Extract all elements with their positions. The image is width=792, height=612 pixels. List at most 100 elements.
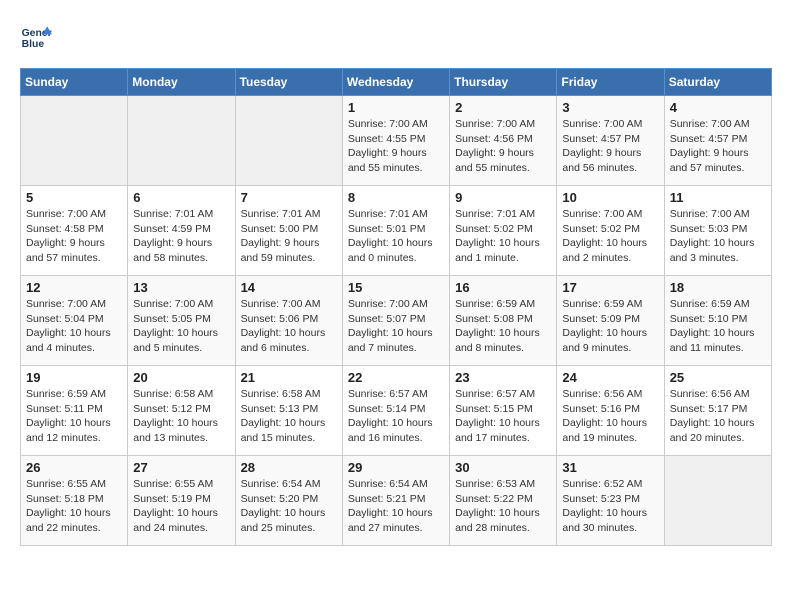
day-number: 15	[348, 280, 444, 295]
day-number: 16	[455, 280, 551, 295]
calendar-cell: 17 Sunrise: 6:59 AMSunset: 5:09 PMDayligh…	[557, 276, 664, 366]
day-number: 3	[562, 100, 658, 115]
day-info: Sunrise: 7:00 AMSunset: 5:04 PMDaylight:…	[26, 297, 122, 356]
day-number: 2	[455, 100, 551, 115]
day-number: 18	[670, 280, 766, 295]
day-number: 19	[26, 370, 122, 385]
calendar-cell: 14 Sunrise: 7:00 AMSunset: 5:06 PMDayligh…	[235, 276, 342, 366]
calendar-cell: 21 Sunrise: 6:58 AMSunset: 5:13 PMDayligh…	[235, 366, 342, 456]
calendar-cell: 8 Sunrise: 7:01 AMSunset: 5:01 PMDaylight…	[342, 186, 449, 276]
logo-icon: General Blue	[20, 20, 52, 52]
day-info: Sunrise: 7:00 AMSunset: 4:57 PMDaylight:…	[562, 117, 658, 176]
day-number: 10	[562, 190, 658, 205]
calendar-cell: 4Sunrise: 7:00 AMSunset: 4:57 PMDaylight…	[664, 96, 771, 186]
day-info: Sunrise: 6:57 AMSunset: 5:15 PMDaylight:…	[455, 387, 551, 446]
day-info: Sunrise: 7:01 AMSunset: 4:59 PMDaylight:…	[133, 207, 229, 266]
calendar-cell: 24 Sunrise: 6:56 AMSunset: 5:16 PMDayligh…	[557, 366, 664, 456]
day-number: 31	[562, 460, 658, 475]
day-info: Sunrise: 7:00 AMSunset: 5:05 PMDaylight:…	[133, 297, 229, 356]
day-info: Sunrise: 6:54 AMSunset: 5:21 PMDaylight:…	[348, 477, 444, 536]
day-number: 4	[670, 100, 766, 115]
day-number: 24	[562, 370, 658, 385]
day-number: 11	[670, 190, 766, 205]
day-number: 6	[133, 190, 229, 205]
calendar-cell: 29 Sunrise: 6:54 AMSunset: 5:21 PMDayligh…	[342, 456, 449, 546]
logo: General Blue	[20, 20, 56, 52]
calendar-cell: 19 Sunrise: 6:59 AMSunset: 5:11 PMDayligh…	[21, 366, 128, 456]
page-header: General Blue	[20, 20, 772, 52]
day-number: 17	[562, 280, 658, 295]
day-number: 13	[133, 280, 229, 295]
day-info: Sunrise: 7:00 AMSunset: 4:55 PMDaylight:…	[348, 117, 444, 176]
calendar-cell: 22 Sunrise: 6:57 AMSunset: 5:14 PMDayligh…	[342, 366, 449, 456]
day-number: 9	[455, 190, 551, 205]
day-info: Sunrise: 7:00 AMSunset: 5:03 PMDaylight:…	[670, 207, 766, 266]
day-info: Sunrise: 7:01 AMSunset: 5:00 PMDaylight:…	[241, 207, 337, 266]
day-info: Sunrise: 7:01 AMSunset: 5:01 PMDaylight:…	[348, 207, 444, 266]
calendar-cell: 26 Sunrise: 6:55 AMSunset: 5:18 PMDayligh…	[21, 456, 128, 546]
calendar-cell: 12 Sunrise: 7:00 AMSunset: 5:04 PMDayligh…	[21, 276, 128, 366]
day-number: 21	[241, 370, 337, 385]
calendar-cell: 5 Sunrise: 7:00 AMSunset: 4:58 PMDaylight…	[21, 186, 128, 276]
calendar-cell: 18 Sunrise: 6:59 AMSunset: 5:10 PMDayligh…	[664, 276, 771, 366]
col-header-sunday: Sunday	[21, 69, 128, 96]
day-number: 29	[348, 460, 444, 475]
day-info: Sunrise: 6:55 AMSunset: 5:18 PMDaylight:…	[26, 477, 122, 536]
week-row-4: 19 Sunrise: 6:59 AMSunset: 5:11 PMDayligh…	[21, 366, 772, 456]
day-number: 20	[133, 370, 229, 385]
week-row-2: 5 Sunrise: 7:00 AMSunset: 4:58 PMDaylight…	[21, 186, 772, 276]
col-header-tuesday: Tuesday	[235, 69, 342, 96]
day-info: Sunrise: 7:00 AMSunset: 5:06 PMDaylight:…	[241, 297, 337, 356]
day-info: Sunrise: 6:56 AMSunset: 5:16 PMDaylight:…	[562, 387, 658, 446]
calendar-cell: 15Sunrise: 7:00 AMSunset: 5:07 PMDayligh…	[342, 276, 449, 366]
day-info: Sunrise: 6:59 AMSunset: 5:10 PMDaylight:…	[670, 297, 766, 356]
calendar-cell: 1 Sunrise: 7:00 AMSunset: 4:55 PMDaylight…	[342, 96, 449, 186]
day-number: 12	[26, 280, 122, 295]
calendar-cell: 9 Sunrise: 7:01 AMSunset: 5:02 PMDaylight…	[450, 186, 557, 276]
day-number: 27	[133, 460, 229, 475]
calendar-cell: 10 Sunrise: 7:00 AMSunset: 5:02 PMDayligh…	[557, 186, 664, 276]
day-number: 26	[26, 460, 122, 475]
calendar-cell: 16 Sunrise: 6:59 AMSunset: 5:08 PMDayligh…	[450, 276, 557, 366]
day-info: Sunrise: 6:57 AMSunset: 5:14 PMDaylight:…	[348, 387, 444, 446]
day-number: 25	[670, 370, 766, 385]
col-header-wednesday: Wednesday	[342, 69, 449, 96]
col-header-friday: Friday	[557, 69, 664, 96]
calendar-header: SundayMondayTuesdayWednesdayThursdayFrid…	[21, 69, 772, 96]
day-info: Sunrise: 6:55 AMSunset: 5:19 PMDaylight:…	[133, 477, 229, 536]
day-info: Sunrise: 6:58 AMSunset: 5:13 PMDaylight:…	[241, 387, 337, 446]
col-header-thursday: Thursday	[450, 69, 557, 96]
week-row-5: 26 Sunrise: 6:55 AMSunset: 5:18 PMDayligh…	[21, 456, 772, 546]
day-info: Sunrise: 7:00 AMSunset: 4:58 PMDaylight:…	[26, 207, 122, 266]
day-number: 8	[348, 190, 444, 205]
week-row-3: 12 Sunrise: 7:00 AMSunset: 5:04 PMDayligh…	[21, 276, 772, 366]
calendar-cell	[664, 456, 771, 546]
calendar-cell: 23Sunrise: 6:57 AMSunset: 5:15 PMDayligh…	[450, 366, 557, 456]
day-info: Sunrise: 7:01 AMSunset: 5:02 PMDaylight:…	[455, 207, 551, 266]
calendar-cell: 7 Sunrise: 7:01 AMSunset: 5:00 PMDaylight…	[235, 186, 342, 276]
calendar-cell: 20 Sunrise: 6:58 AMSunset: 5:12 PMDayligh…	[128, 366, 235, 456]
calendar-cell	[21, 96, 128, 186]
svg-text:Blue: Blue	[22, 39, 45, 50]
calendar-cell: 30 Sunrise: 6:53 AMSunset: 5:22 PMDayligh…	[450, 456, 557, 546]
day-number: 5	[26, 190, 122, 205]
day-info: Sunrise: 6:59 AMSunset: 5:11 PMDaylight:…	[26, 387, 122, 446]
day-info: Sunrise: 6:59 AMSunset: 5:09 PMDaylight:…	[562, 297, 658, 356]
day-number: 14	[241, 280, 337, 295]
calendar-cell: 31Sunrise: 6:52 AMSunset: 5:23 PMDayligh…	[557, 456, 664, 546]
day-number: 30	[455, 460, 551, 475]
day-number: 22	[348, 370, 444, 385]
day-number: 7	[241, 190, 337, 205]
calendar-cell: 3 Sunrise: 7:00 AMSunset: 4:57 PMDaylight…	[557, 96, 664, 186]
week-row-1: 1 Sunrise: 7:00 AMSunset: 4:55 PMDaylight…	[21, 96, 772, 186]
day-info: Sunrise: 7:00 AMSunset: 4:56 PMDaylight:…	[455, 117, 551, 176]
col-header-saturday: Saturday	[664, 69, 771, 96]
calendar-cell: 6 Sunrise: 7:01 AMSunset: 4:59 PMDaylight…	[128, 186, 235, 276]
day-number: 1	[348, 100, 444, 115]
col-header-monday: Monday	[128, 69, 235, 96]
day-info: Sunrise: 7:00 AMSunset: 5:02 PMDaylight:…	[562, 207, 658, 266]
day-info: Sunrise: 6:59 AMSunset: 5:08 PMDaylight:…	[455, 297, 551, 356]
calendar-cell: 2 Sunrise: 7:00 AMSunset: 4:56 PMDaylight…	[450, 96, 557, 186]
day-info: Sunrise: 6:53 AMSunset: 5:22 PMDaylight:…	[455, 477, 551, 536]
day-info: Sunrise: 6:58 AMSunset: 5:12 PMDaylight:…	[133, 387, 229, 446]
